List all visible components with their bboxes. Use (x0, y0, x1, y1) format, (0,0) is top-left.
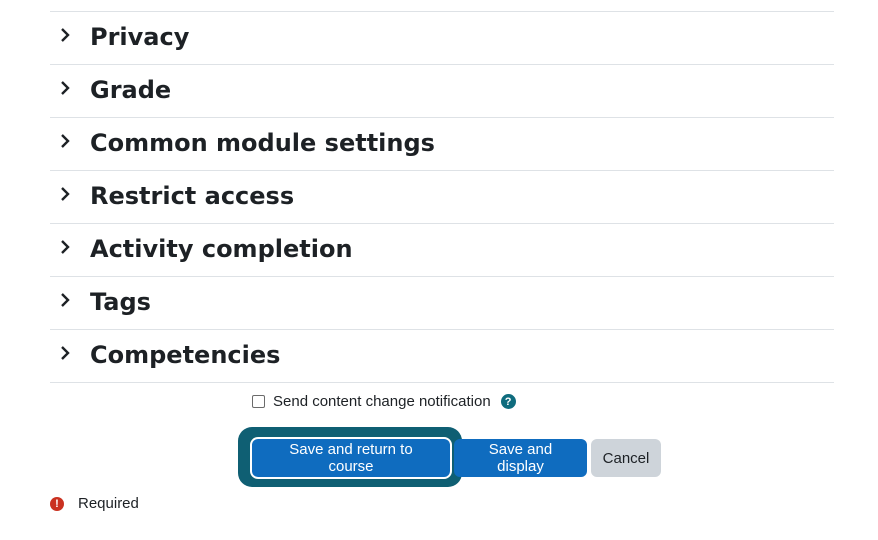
section-title: Common module settings (90, 128, 435, 157)
chevron-right-icon (50, 224, 90, 277)
chevron-right-icon (50, 65, 90, 118)
form-buttons: Save and return to course Save and displ… (252, 439, 661, 477)
section-grade[interactable]: Grade (50, 65, 834, 118)
help-icon[interactable]: ? (500, 394, 516, 409)
section-competencies[interactable]: Competencies (50, 330, 834, 383)
section-title: Tags (90, 287, 151, 316)
section-common-module-settings[interactable]: Common module settings (50, 118, 834, 171)
section-privacy[interactable]: Privacy (50, 12, 834, 65)
section-activity-completion[interactable]: Activity completion (50, 224, 834, 277)
notification-label[interactable]: Send content change notification (273, 393, 491, 410)
chevron-right-icon (50, 118, 90, 171)
section-title: Restrict access (90, 181, 295, 210)
save-and-display-button[interactable]: Save and display (454, 439, 587, 477)
chevron-right-icon (50, 171, 90, 224)
required-label: Required (78, 495, 139, 512)
chevron-right-icon (50, 277, 90, 330)
section-title: Privacy (90, 22, 190, 51)
collapsible-sections: Privacy Grade Common module settings Res… (50, 11, 834, 383)
notification-checkbox[interactable] (252, 395, 265, 408)
section-restrict-access[interactable]: Restrict access (50, 171, 834, 224)
section-title: Competencies (90, 340, 281, 369)
section-title: Grade (90, 75, 172, 104)
required-legend: ! Required (50, 495, 139, 512)
required-icon: ! (50, 496, 64, 511)
section-title: Activity completion (90, 234, 353, 263)
content-change-notification: Send content change notification ? (252, 393, 516, 410)
chevron-right-icon (50, 330, 90, 383)
cancel-button[interactable]: Cancel (591, 439, 661, 477)
save-and-return-button[interactable]: Save and return to course (252, 439, 450, 477)
chevron-right-icon (50, 12, 90, 65)
section-tags[interactable]: Tags (50, 277, 834, 330)
